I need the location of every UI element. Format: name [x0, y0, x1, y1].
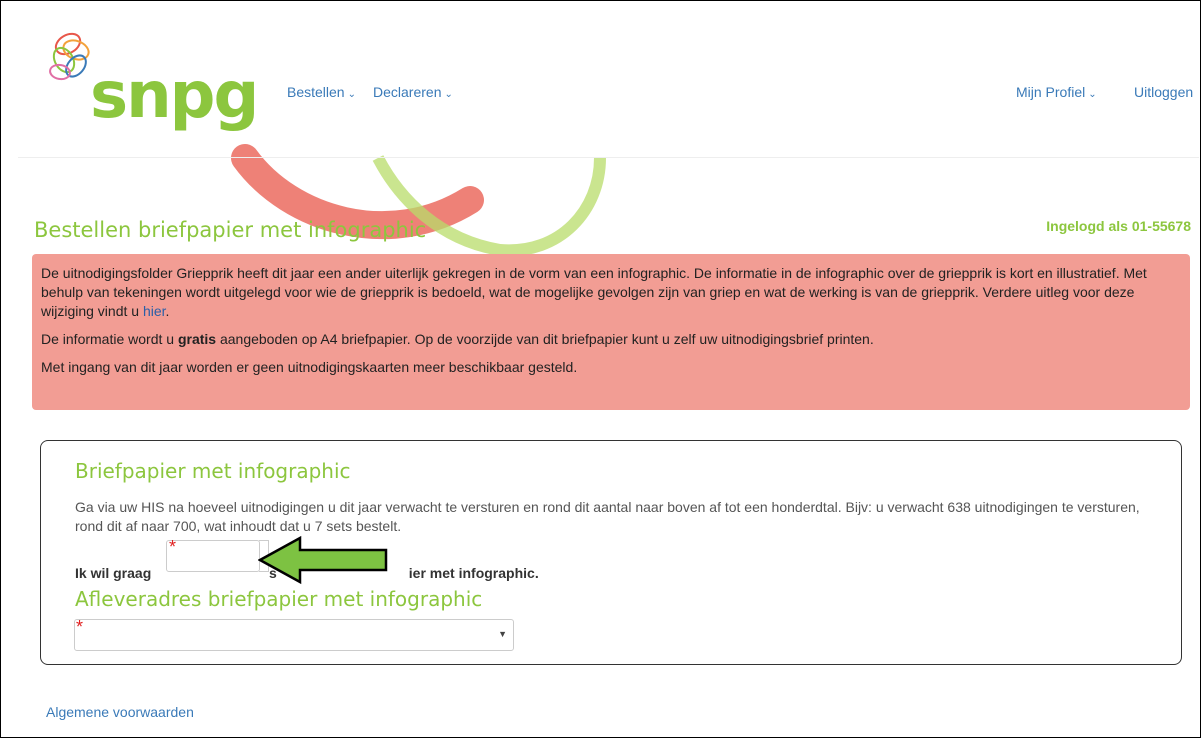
alert-text-1-end: . [165, 303, 170, 319]
section-instructions: Ga via uw HIS na hoeveel uitnodigingen u… [75, 499, 1140, 534]
quantity-label: Ik wil graag [75, 565, 152, 581]
order-form-panel: Briefpapier met infographic Ga via uw HI… [40, 440, 1182, 665]
required-asterisk: * [169, 537, 177, 557]
alert-text-2a: De informatie wordt u [41, 331, 178, 347]
quantity-suffix-text: ier met infographic. [408, 565, 539, 581]
nav-declareren[interactable]: Declareren ⌄ [373, 84, 453, 100]
gratis-emphasis: gratis [177, 331, 217, 347]
page-title: Bestellen briefpapier met infographic [34, 218, 427, 242]
alert-paragraph-2: De informatie wordt u gratis aangeboden … [41, 330, 1182, 349]
alert-paragraph-1: De uitnodigingsfolder Griepprik heeft di… [41, 264, 1182, 321]
green-arrow-annotation-icon [258, 535, 388, 585]
info-alert: De uitnodigingsfolder Griepprik heeft di… [32, 254, 1190, 410]
required-asterisk: * [76, 617, 84, 637]
select-caret-icon: ▼ [498, 629, 507, 639]
nav-bestellen[interactable]: Bestellen ⌄ [287, 84, 356, 100]
section-title-afleveradres: Afleveradres briefpapier met infographic [75, 587, 483, 611]
header-divider [18, 157, 1199, 158]
nav-mijn-profiel-label: Mijn Profiel [1016, 84, 1086, 100]
alert-text-2b: aangeboden op A4 briefpapier. Op de voor… [216, 331, 874, 347]
chevron-down-icon: ⌄ [1088, 89, 1097, 100]
chevron-down-icon: ⌄ [444, 89, 453, 100]
nav-uitloggen[interactable]: Uitloggen [1134, 84, 1193, 100]
hier-link[interactable]: hier [143, 303, 166, 319]
alert-text-1: De uitnodigingsfolder Griepprik heeft di… [41, 265, 1147, 319]
logo-text: snpg [90, 59, 259, 133]
terms-link[interactable]: Algemene voorwaarden [46, 704, 194, 720]
logged-in-status: Ingelogd als 01-55678 [1046, 218, 1191, 234]
nav-declareren-label: Declareren [373, 84, 442, 100]
alert-paragraph-3: Met ingang van dit jaar worden er geen u… [41, 359, 578, 375]
nav-bestellen-label: Bestellen [287, 84, 345, 100]
section-title-briefpapier: Briefpapier met infographic [75, 459, 351, 483]
quantity-input[interactable] [166, 540, 260, 572]
address-select[interactable]: ▼ [74, 619, 514, 651]
nav-mijn-profiel[interactable]: Mijn Profiel ⌄ [1016, 84, 1097, 100]
chevron-down-icon: ⌄ [347, 89, 356, 100]
